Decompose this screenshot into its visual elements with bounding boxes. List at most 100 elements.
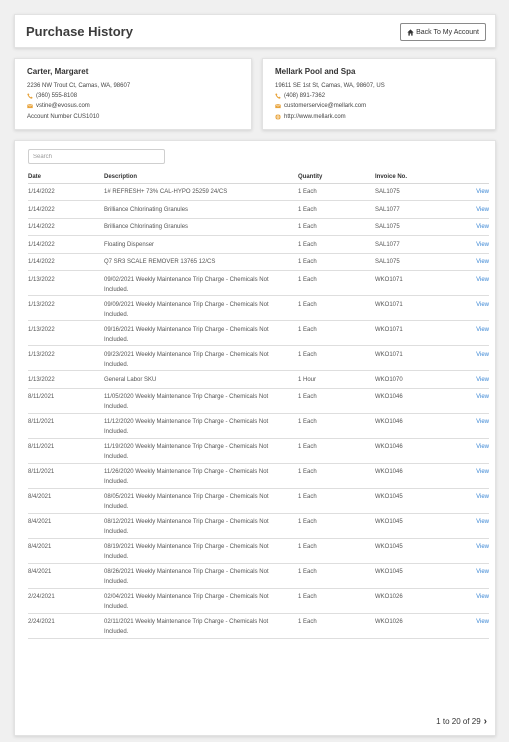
- row-quantity: 1 Each: [298, 351, 317, 358]
- row-date-cell: 2/24/2021: [28, 613, 104, 639]
- row-date: 8/4/2021: [28, 519, 52, 525]
- next-page-icon[interactable]: ›: [484, 716, 487, 726]
- view-link[interactable]: View: [476, 544, 489, 550]
- row-quantity-cell: 1 Each: [298, 345, 375, 371]
- row-description-cell: Brilliance Chlorinating Granules: [104, 200, 298, 219]
- row-action-cell: View: [465, 218, 489, 236]
- company-address-text: 19611 SE 1st St, Camas, WA, 98607, US: [275, 83, 385, 89]
- search-input[interactable]: [28, 149, 165, 164]
- row-date: 8/11/2021: [28, 419, 55, 425]
- view-link[interactable]: View: [476, 419, 489, 425]
- view-link[interactable]: View: [476, 494, 489, 500]
- phone-icon: [27, 93, 33, 99]
- view-link[interactable]: View: [476, 569, 489, 575]
- row-description-cell: Brilliance Chlorinating Granules: [104, 218, 298, 236]
- row-invoice-cell: SAL1077: [375, 200, 465, 219]
- row-invoice-cell: WKO1046: [375, 388, 465, 414]
- view-link[interactable]: View: [476, 394, 489, 400]
- pagination-label: 1 to 20 of 29: [436, 717, 481, 726]
- row-invoice-cell: WKO1045: [375, 563, 465, 589]
- table-row: 1/13/2022 General Labor SKU 1 Hour WKO1070 V…: [28, 370, 489, 389]
- back-to-account-button[interactable]: Back To My Account: [400, 23, 486, 41]
- row-description: 02/04/2021 Weekly Maintenance Trip Charg…: [104, 594, 269, 610]
- customer-info-card: Carter, Margaret 2236 NW Trout Ct, Camas…: [14, 58, 252, 130]
- row-invoice-cell: WKO1045: [375, 513, 465, 539]
- row-quantity-cell: 1 Each: [298, 413, 375, 439]
- row-date-cell: 1/14/2022: [28, 200, 104, 219]
- column-header-description[interactable]: Description: [104, 171, 298, 184]
- table-row: 1/14/2022 Floating Dispenser 1 Each SAL1077…: [28, 235, 489, 254]
- column-header-quantity[interactable]: Quantity: [298, 171, 375, 184]
- company-phone[interactable]: (408) 891-7362: [275, 93, 325, 99]
- view-link[interactable]: View: [476, 377, 489, 383]
- row-date: 1/14/2022: [28, 241, 55, 248]
- row-description-cell: 09/09/2021 Weekly Maintenance Trip Charg…: [104, 295, 298, 321]
- table-row: 8/11/2021 11/19/2020 Weekly Maintenance T…: [28, 438, 489, 464]
- row-quantity-cell: 1 Each: [298, 183, 375, 201]
- view-link[interactable]: View: [476, 207, 489, 213]
- row-description-cell: Q7 SR3 SCALE REMOVER 13765 12/CS: [104, 253, 298, 271]
- row-invoice: WKO1026: [375, 619, 403, 625]
- view-link[interactable]: View: [476, 469, 489, 475]
- row-invoice: WKO1045: [375, 544, 403, 550]
- view-link[interactable]: View: [476, 352, 489, 358]
- row-description-cell: General Labor SKU: [104, 370, 298, 389]
- row-action-cell: View: [465, 613, 489, 639]
- row-invoice: SAL1077: [375, 206, 400, 213]
- row-invoice: WKO1046: [375, 419, 403, 425]
- row-date: 8/11/2021: [28, 394, 55, 400]
- row-description-cell: 11/26/2020 Weekly Maintenance Trip Charg…: [104, 463, 298, 489]
- column-header-date[interactable]: Date: [28, 171, 104, 184]
- row-action-cell: View: [465, 320, 489, 346]
- view-link[interactable]: View: [476, 189, 489, 195]
- row-date: 8/4/2021: [28, 544, 52, 550]
- view-link[interactable]: View: [476, 259, 489, 265]
- view-link[interactable]: View: [476, 242, 489, 248]
- company-website-text: http://www.mellark.com: [284, 114, 346, 120]
- row-date: 1/14/2022: [28, 259, 55, 265]
- row-action-cell: View: [465, 253, 489, 271]
- view-link[interactable]: View: [476, 224, 489, 230]
- column-header-action: [465, 171, 489, 184]
- view-link[interactable]: View: [476, 444, 489, 450]
- company-phone-text: (408) 891-7362: [284, 93, 326, 99]
- row-description-cell: 02/04/2021 Weekly Maintenance Trip Charg…: [104, 588, 298, 614]
- view-link[interactable]: View: [476, 619, 489, 625]
- row-quantity-cell: 1 Hour: [298, 370, 375, 389]
- row-description-cell: 11/12/2020 Weekly Maintenance Trip Charg…: [104, 413, 298, 439]
- customer-phone[interactable]: (360) 555-8108: [27, 93, 77, 99]
- view-link[interactable]: View: [476, 327, 489, 333]
- row-date-cell: 1/13/2022: [28, 345, 104, 371]
- row-invoice-cell: SAL1075: [375, 218, 465, 236]
- envelope-icon: [275, 103, 281, 109]
- customer-email[interactable]: vstine@evosus.com: [27, 103, 90, 109]
- page-header: Purchase History Back To My Account: [14, 14, 496, 48]
- row-invoice-cell: WKO1026: [375, 588, 465, 614]
- company-website[interactable]: http://www.mellark.com: [275, 114, 346, 120]
- view-link[interactable]: View: [476, 277, 489, 283]
- company-email[interactable]: customerservice@mellark.com: [275, 103, 366, 109]
- view-link[interactable]: View: [476, 302, 489, 308]
- column-header-invoice[interactable]: Invoice No.: [375, 171, 465, 184]
- row-description: 11/26/2020 Weekly Maintenance Trip Charg…: [104, 469, 269, 485]
- row-quantity: 1 Each: [298, 444, 317, 450]
- view-link[interactable]: View: [476, 594, 489, 600]
- row-invoice-cell: SAL1075: [375, 183, 465, 201]
- row-date: 1/13/2022: [28, 276, 55, 283]
- row-action-cell: View: [465, 183, 489, 201]
- row-action-cell: View: [465, 488, 489, 514]
- row-date-cell: 8/4/2021: [28, 538, 104, 564]
- row-invoice-cell: WKO1070: [375, 370, 465, 389]
- table-row: 8/4/2021 08/26/2021 Weekly Maintenance Tr…: [28, 563, 489, 589]
- table-row: 8/11/2021 11/12/2020 Weekly Maintenance T…: [28, 413, 489, 439]
- row-invoice-cell: WKO1046: [375, 438, 465, 464]
- company-info-card: Mellark Pool and Spa 19611 SE 1st St, Ca…: [262, 58, 496, 130]
- row-date: 1/14/2022: [28, 189, 55, 195]
- row-date-cell: 8/11/2021: [28, 463, 104, 489]
- row-invoice-cell: WKO1026: [375, 613, 465, 639]
- row-date: 1/14/2022: [28, 206, 55, 213]
- row-invoice: WKO1046: [375, 469, 403, 475]
- row-invoice-cell: WKO1071: [375, 345, 465, 371]
- view-link[interactable]: View: [476, 519, 489, 525]
- company-address: 19611 SE 1st St, Camas, WA, 98607, US: [275, 83, 385, 89]
